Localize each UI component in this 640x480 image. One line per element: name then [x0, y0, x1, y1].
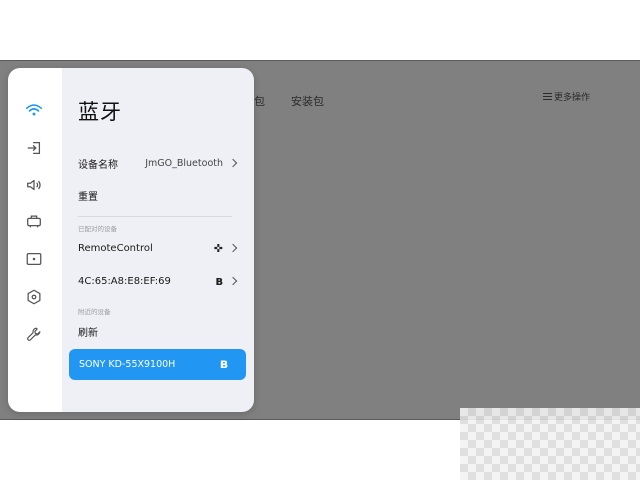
device-name-value: JmGO_Bluetooth [145, 157, 223, 169]
device-name-value-group: JmGO_Bluetooth [145, 157, 238, 169]
menu-icon [543, 93, 552, 100]
device-name-label: 设备名称 [78, 159, 118, 171]
paired-device-status: ʙ [215, 274, 238, 288]
watermark-pattern [460, 408, 640, 480]
display-icon[interactable] [24, 249, 44, 269]
more-actions-label: 更多操作 [554, 93, 591, 103]
bluetooth-icon: ʙ [215, 274, 223, 288]
reset-label: 重置 [78, 191, 98, 203]
device-name-row[interactable]: 设备名称 JmGO_Bluetooth [78, 152, 238, 174]
nearby-device-name: SONY KD-55X9100H [79, 359, 176, 370]
settings-icon[interactable] [24, 287, 44, 307]
volume-icon[interactable] [24, 175, 44, 195]
nearby-device-row[interactable]: SONY KD-55X9100H ʙ [69, 349, 246, 380]
wifi-icon[interactable] [24, 100, 44, 120]
more-actions-button[interactable]: 更多操作 [543, 90, 590, 103]
chevron-right-icon [228, 276, 238, 286]
background-tab-install-packages[interactable]: 安装包 [291, 93, 324, 109]
nearby-devices-header: 附近的设备 [78, 308, 111, 316]
gamepad-icon: ✜ [213, 241, 223, 255]
refresh-row[interactable]: 刷新 [78, 320, 236, 342]
wrench-icon[interactable] [24, 324, 44, 344]
input-source-icon[interactable] [24, 138, 44, 158]
divider [78, 216, 232, 217]
bluetooth-content: 蓝牙 设备名称 JmGO_Bluetooth 重置 已配对的设备 RemoteC… [62, 68, 254, 412]
paired-device-name: 4C:65:A8:E8:EF:69 [78, 275, 171, 287]
background-tab-packages[interactable]: 包 [254, 93, 265, 109]
paired-device-row[interactable]: 4C:65:A8:E8:EF:69 ʙ [78, 270, 238, 292]
reset-row[interactable]: 重置 [78, 184, 236, 206]
bluetooth-settings-panel: 蓝牙 设备名称 JmGO_Bluetooth 重置 已配对的设备 RemoteC… [8, 68, 254, 412]
paired-device-row[interactable]: RemoteControl ✜ [78, 237, 238, 259]
refresh-label: 刷新 [78, 327, 98, 339]
page-title: 蓝牙 [78, 100, 122, 124]
projector-icon[interactable] [24, 212, 44, 232]
paired-device-status: ✜ [213, 241, 238, 255]
bluetooth-icon: ʙ [219, 357, 228, 372]
chevron-right-icon [228, 243, 238, 253]
paired-device-name: RemoteControl [78, 242, 153, 254]
chevron-right-icon [228, 158, 238, 168]
paired-devices-header: 已配对的设备 [78, 225, 117, 233]
settings-sidebar [8, 68, 62, 412]
